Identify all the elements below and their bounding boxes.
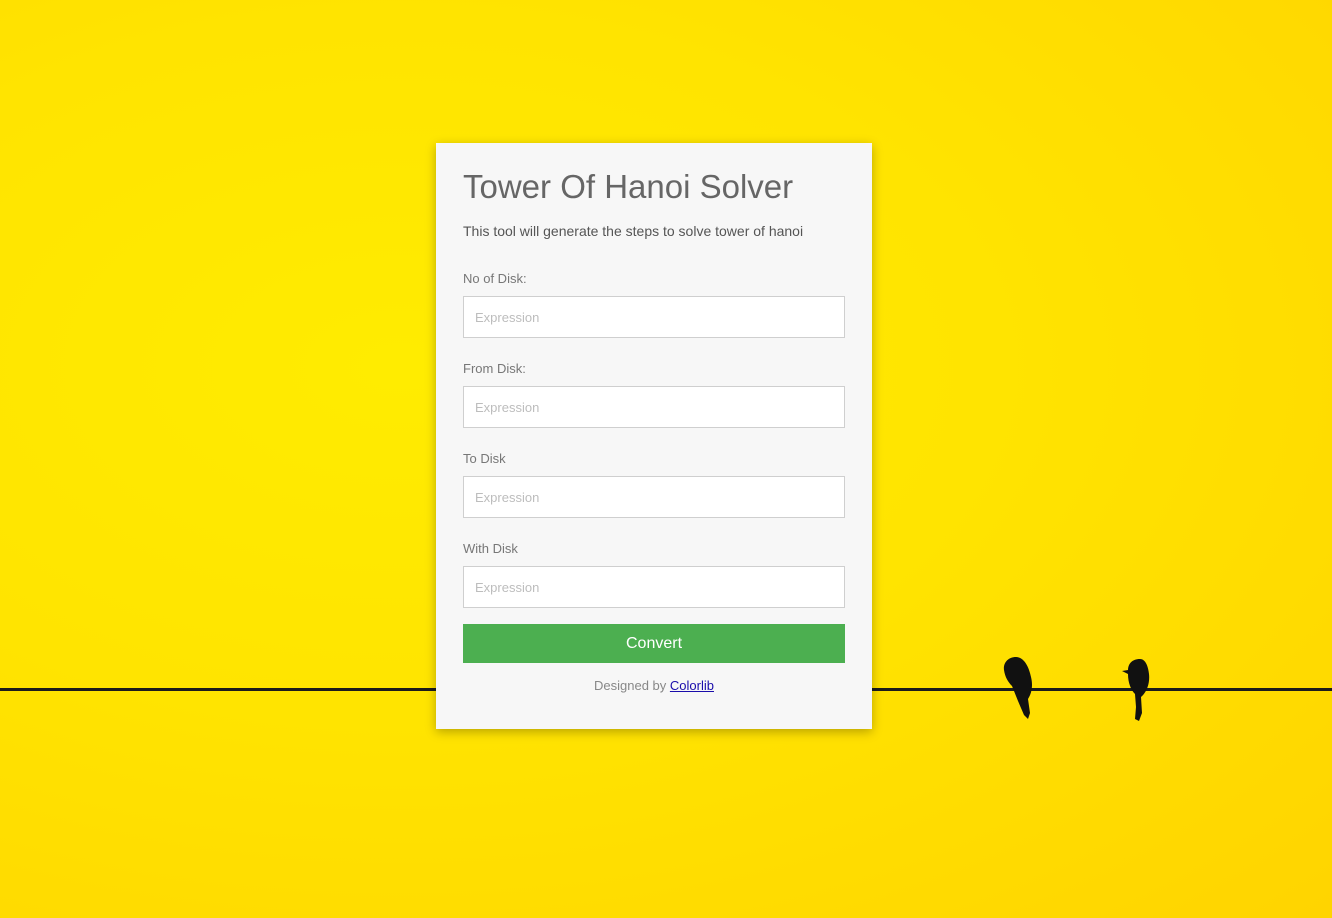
- with-disk-input[interactable]: [463, 566, 845, 608]
- field-to-disk: To Disk: [463, 451, 845, 518]
- credit-prefix: Designed by: [594, 678, 667, 693]
- designer-credit: Designed by Colorlib: [463, 678, 845, 693]
- colorlib-link[interactable]: Colorlib: [670, 678, 714, 693]
- field-label-no-of-disk: No of Disk:: [463, 271, 527, 286]
- convert-button[interactable]: Convert: [463, 624, 845, 663]
- field-label-to-disk: To Disk: [463, 451, 506, 466]
- field-label-from-disk: From Disk:: [463, 361, 526, 376]
- bird-silhouette-right: [1122, 659, 1150, 721]
- field-no-of-disk: No of Disk:: [463, 271, 845, 338]
- page-title: Tower Of Hanoi Solver: [463, 168, 794, 205]
- from-disk-input[interactable]: [463, 386, 845, 428]
- field-from-disk: From Disk:: [463, 361, 845, 428]
- solver-form-card: Tower Of Hanoi Solver This tool will gen…: [436, 143, 872, 729]
- field-label-with-disk: With Disk: [463, 541, 518, 556]
- field-with-disk: With Disk: [463, 541, 845, 608]
- no-of-disk-input[interactable]: [463, 296, 845, 338]
- bird-silhouette-left: [1003, 657, 1032, 719]
- to-disk-input[interactable]: [463, 476, 845, 518]
- page-subtitle: This tool will generate the steps to sol…: [463, 223, 804, 239]
